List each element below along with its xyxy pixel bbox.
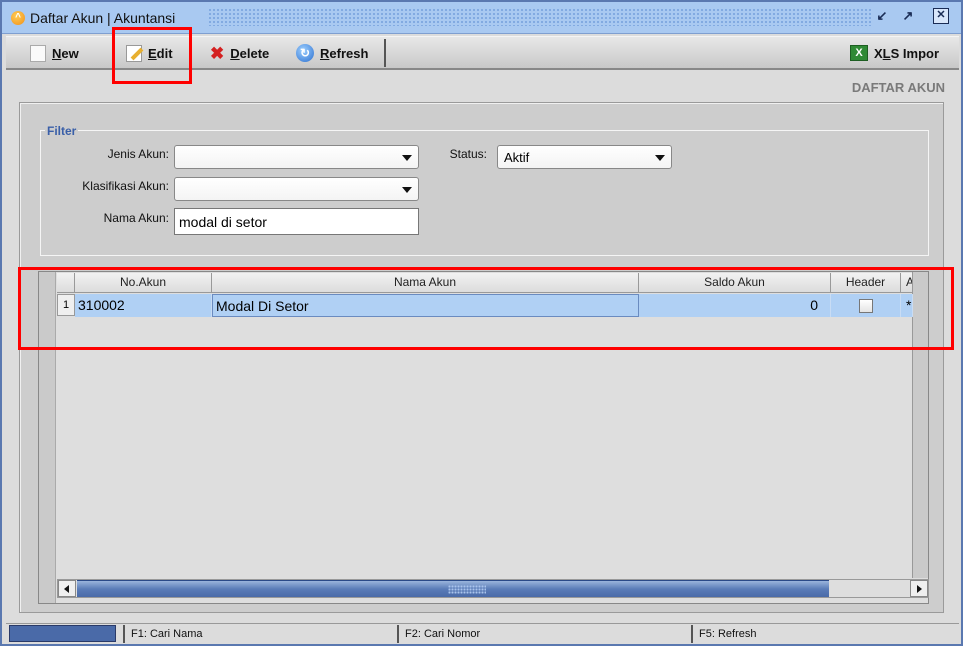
cell-aktif[interactable]: *	[901, 294, 913, 317]
klasifikasi-akun-label: Klasifikasi Akun:	[82, 179, 169, 193]
content-panel: Filter Jenis Akun: Klasifikasi Akun: Nam…	[19, 102, 944, 613]
xls-mnemonic: L	[882, 45, 891, 61]
xls-prefix: X	[874, 45, 883, 61]
filter-group: Filter Jenis Akun: Klasifikasi Akun: Nam…	[40, 124, 929, 256]
row-number[interactable]: 1	[57, 294, 75, 316]
column-header-nama-akun[interactable]: Nama Akun	[212, 273, 639, 293]
status-f5: F5: Refresh	[691, 625, 957, 643]
status-bar: F1: Cari Nama F2: Cari Nomor F5: Refresh	[6, 623, 959, 643]
header-checkbox[interactable]	[858, 299, 873, 314]
column-header-saldo-akun[interactable]: Saldo Akun	[639, 273, 831, 293]
toolbar: New Edit ✖ Delete ↻ Refresh X XLS Impor	[6, 36, 959, 70]
accounts-table: No.Akun Nama Akun Saldo Akun Header Ak 1…	[38, 271, 929, 604]
status-f2: F2: Cari Nomor	[397, 625, 689, 643]
status-indicator	[9, 625, 116, 642]
edit-label: dit	[156, 45, 173, 61]
chevron-down-icon	[402, 155, 412, 161]
refresh-button[interactable]: ↻ Refresh	[296, 37, 368, 69]
delete-mnemonic: D	[230, 45, 240, 61]
title-bar-grip[interactable]	[208, 8, 872, 26]
column-header-aktif[interactable]: Ak	[901, 273, 913, 293]
delete-button[interactable]: ✖ Delete	[210, 37, 269, 69]
pencil-edit-icon	[126, 44, 142, 62]
section-title: DAFTAR AKUN	[851, 80, 945, 95]
status-value: Aktif	[504, 150, 530, 165]
xls-suffix: S Impor	[890, 45, 940, 61]
scrollbar-grip	[448, 585, 486, 594]
cell-nama-akun[interactable]: Modal Di Setor	[212, 294, 639, 317]
table-right-gutter	[912, 272, 928, 578]
toolbar-separator	[384, 39, 386, 67]
app-window: ^ Daftar Akun | Akuntansi ↙ ↗ ✕ New Edit…	[0, 0, 963, 646]
table-left-gutter	[39, 272, 56, 603]
scroll-right-arrow-icon[interactable]	[910, 580, 928, 597]
row-header-corner	[57, 273, 75, 293]
column-header-header[interactable]: Header	[831, 273, 901, 293]
chevron-down-icon	[655, 155, 665, 161]
new-button[interactable]: New	[30, 37, 79, 69]
delete-x-icon: ✖	[210, 43, 225, 63]
filter-legend: Filter	[45, 124, 79, 138]
column-header-no-akun[interactable]: No.Akun	[75, 273, 212, 293]
edit-button[interactable]: Edit	[126, 37, 173, 69]
new-label: ew	[61, 45, 79, 61]
app-logo-icon: ^	[11, 11, 25, 25]
restore-down-icon[interactable]: ↙	[874, 8, 890, 24]
delete-label: elete	[239, 45, 270, 61]
excel-icon: X	[850, 45, 868, 61]
status-label: Status:	[449, 147, 487, 161]
edit-mnemonic: E	[148, 45, 157, 61]
cell-header[interactable]	[831, 294, 901, 317]
status-f1: F1: Cari Nama	[123, 625, 395, 643]
horizontal-scrollbar[interactable]	[57, 579, 929, 598]
new-document-icon	[30, 44, 46, 62]
chevron-down-icon	[402, 187, 412, 193]
scroll-left-arrow-icon[interactable]	[58, 580, 76, 597]
jenis-akun-label: Jenis Akun:	[107, 147, 169, 161]
status-select[interactable]: Aktif	[497, 145, 672, 169]
maximize-icon[interactable]: ↗	[900, 8, 916, 24]
klasifikasi-akun-select[interactable]	[174, 177, 419, 201]
close-icon[interactable]: ✕	[933, 8, 949, 24]
xls-import-button[interactable]: X XLS Impor	[850, 37, 939, 69]
scrollbar-thumb[interactable]	[77, 580, 829, 597]
jenis-akun-select[interactable]	[174, 145, 419, 169]
refresh-label: efresh	[329, 45, 369, 61]
cell-no-akun[interactable]: 310002	[75, 294, 212, 317]
new-mnemonic: N	[52, 45, 62, 61]
cell-saldo-akun[interactable]: 0	[639, 294, 831, 317]
window-title: Daftar Akun | Akuntansi	[30, 10, 176, 26]
nama-akun-label: Nama Akun:	[103, 211, 169, 225]
nama-akun-input[interactable]: modal di setor	[174, 208, 419, 235]
title-bar: ^ Daftar Akun | Akuntansi ↙ ↗ ✕	[2, 2, 961, 34]
refresh-icon: ↻	[296, 44, 314, 62]
refresh-mnemonic: R	[320, 45, 330, 61]
